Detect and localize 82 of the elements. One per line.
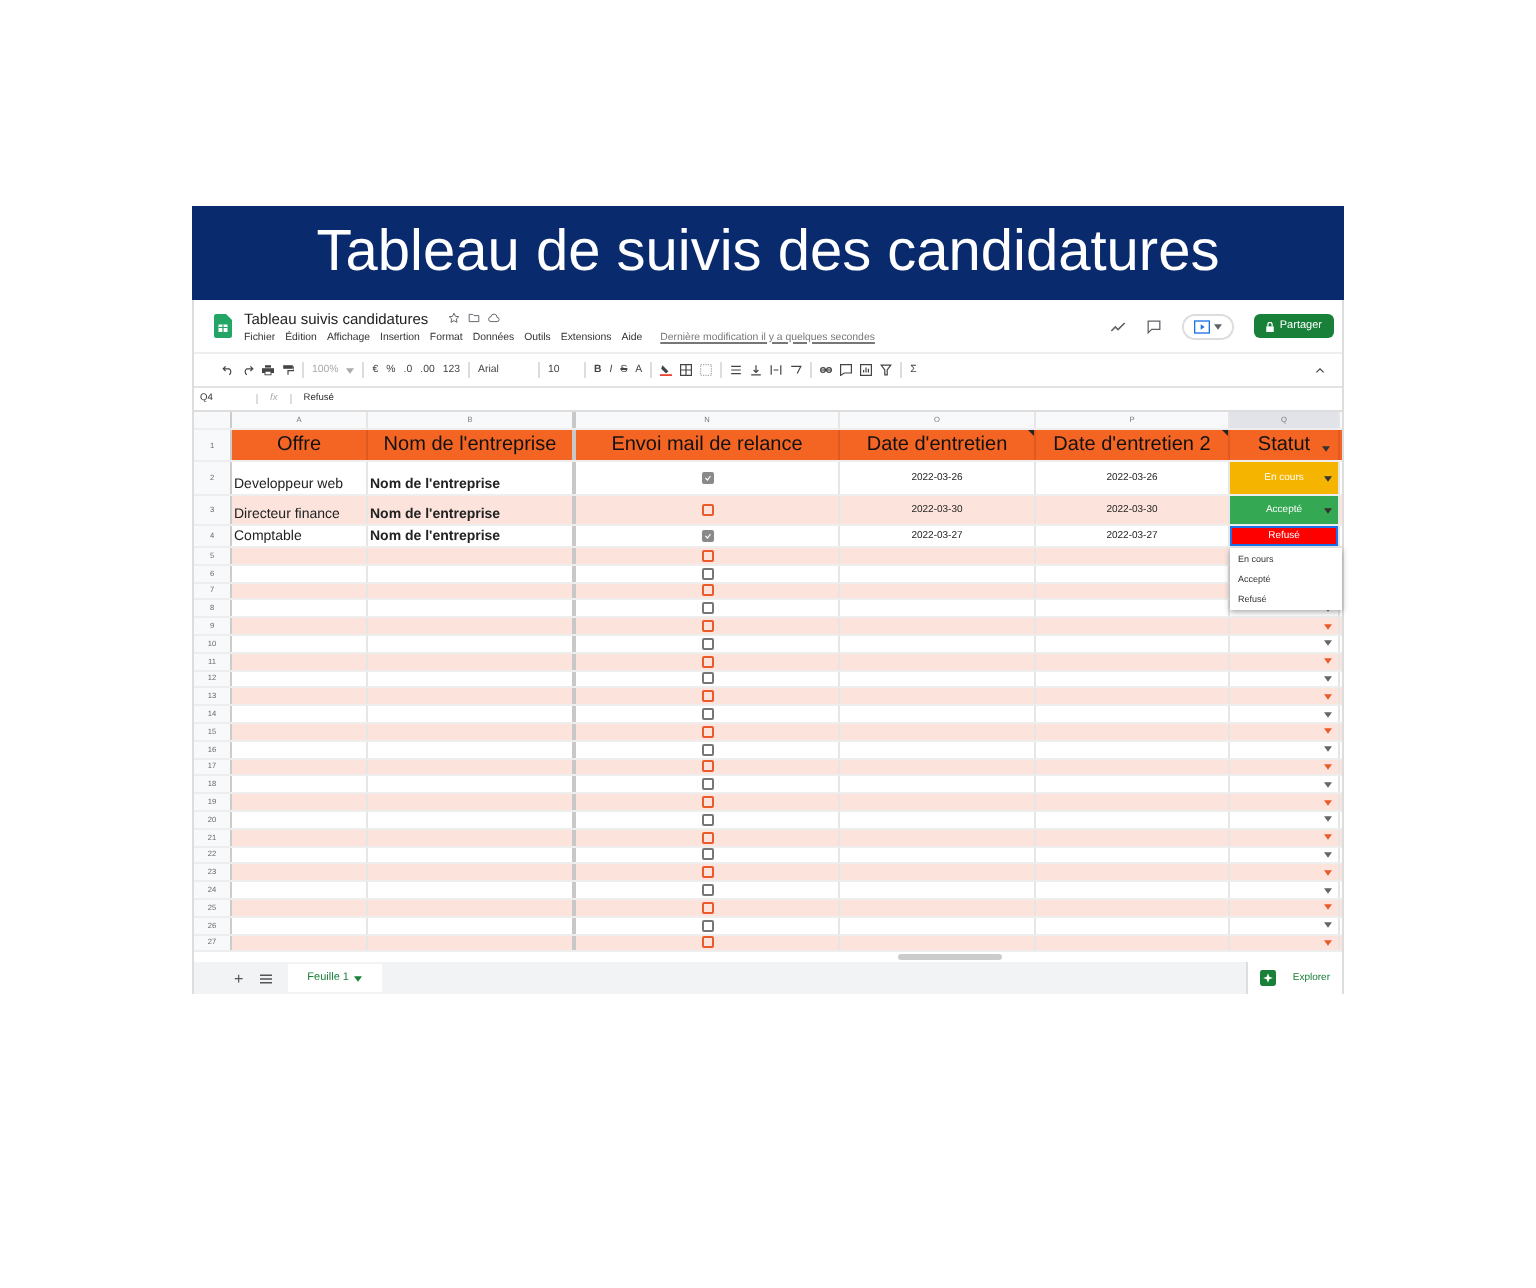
explore-icon (1260, 970, 1277, 987)
banner-title: Tableau de suivis des candidatures (316, 220, 1220, 286)
align-icon[interactable] (730, 364, 743, 376)
dropdown-caret-icon[interactable] (1324, 816, 1332, 823)
header-cell: Statut (1230, 430, 1340, 460)
dropdown-caret-icon[interactable] (1324, 640, 1332, 647)
dropdown-caret-icon[interactable] (1324, 658, 1332, 665)
checkbox[interactable] (701, 530, 713, 542)
dropdown-caret-icon[interactable] (1324, 711, 1332, 718)
dropdown-caret-icon[interactable] (1324, 623, 1332, 630)
collapse-icon[interactable] (1314, 364, 1326, 376)
text-rotate-icon[interactable] (790, 364, 803, 376)
caret-icon (1324, 507, 1332, 513)
dropdown-caret-icon[interactable] (1324, 887, 1332, 894)
vertical-align-icon[interactable] (750, 364, 763, 376)
dropdown-caret-icon[interactable] (1324, 746, 1332, 753)
text-wrap-icon[interactable] (770, 364, 783, 376)
merge-cells-icon[interactable] (700, 364, 713, 376)
chart-icon[interactable] (860, 364, 873, 376)
caret-icon (354, 975, 363, 982)
checkbox[interactable] (701, 602, 713, 615)
checkbox[interactable] (701, 884, 713, 897)
dropdown-caret-icon[interactable] (1324, 904, 1332, 911)
sheet-list-icon[interactable] (259, 973, 272, 984)
trend-icon[interactable] (1109, 319, 1126, 333)
print-icon[interactable] (262, 364, 274, 376)
checkbox[interactable] (701, 472, 713, 484)
header-cell: Envoi mail de relance (576, 430, 840, 460)
dropdown-caret-icon[interactable] (1324, 728, 1332, 735)
caret-icon[interactable] (1322, 446, 1330, 452)
checkbox[interactable] (701, 901, 713, 914)
star-icon[interactable] (448, 312, 461, 324)
checkbox[interactable] (701, 549, 713, 562)
checkbox[interactable] (701, 848, 713, 861)
checkbox[interactable] (701, 655, 713, 668)
checkbox[interactable] (701, 637, 713, 650)
dropdown-caret-icon[interactable] (1324, 799, 1332, 806)
checkbox[interactable] (701, 690, 713, 703)
checkbox[interactable] (701, 778, 713, 791)
caret-icon (1324, 475, 1332, 481)
checkbox[interactable] (701, 708, 713, 721)
dropdown-caret-icon[interactable] (1324, 922, 1332, 929)
checkbox[interactable] (701, 866, 713, 879)
filter-icon[interactable] (880, 364, 893, 376)
folder-icon[interactable] (468, 312, 481, 324)
sheets-logo-icon (214, 314, 232, 338)
checkbox[interactable] (701, 672, 713, 685)
borders-icon[interactable] (680, 364, 693, 376)
checkbox[interactable] (701, 620, 713, 633)
checkbox[interactable] (701, 813, 713, 826)
checkbox[interactable] (701, 796, 713, 809)
checkbox[interactable] (701, 504, 713, 516)
fill-color-icon[interactable] (660, 364, 673, 376)
checkbox[interactable] (701, 760, 713, 773)
horizontal-scrollbar[interactable] (898, 954, 1002, 961)
lock-icon (1265, 321, 1274, 331)
dropdown-caret-icon[interactable] (1324, 693, 1332, 700)
header-cell: Offre (232, 430, 368, 460)
dropdown-caret-icon[interactable] (1324, 869, 1332, 876)
dropdown-caret-icon[interactable] (1324, 834, 1332, 841)
link-icon[interactable] (820, 364, 833, 376)
caret-icon (1213, 323, 1222, 329)
present-icon (1193, 319, 1210, 333)
present-button[interactable] (1181, 313, 1234, 339)
checkbox[interactable] (701, 831, 713, 844)
undo-icon[interactable] (222, 364, 234, 376)
checkbox[interactable] (701, 919, 713, 932)
checkbox[interactable] (701, 743, 713, 756)
add-sheet-button[interactable]: + (234, 969, 244, 988)
header-cell: Date d'entretien 2 (1036, 430, 1230, 460)
checkbox[interactable] (701, 567, 713, 580)
checkbox[interactable] (701, 584, 713, 597)
header-cell: Date d'entretien (840, 430, 1036, 460)
dropdown-caret-icon[interactable] (1324, 781, 1332, 788)
checkbox[interactable] (701, 725, 713, 738)
comment-add-icon[interactable] (840, 364, 853, 376)
paint-format-icon[interactable] (282, 364, 294, 376)
caret-icon[interactable] (346, 367, 355, 373)
cloud-icon[interactable] (488, 312, 501, 324)
redo-icon[interactable] (242, 364, 254, 376)
checkbox[interactable] (701, 936, 713, 949)
comment-icon[interactable] (1145, 319, 1162, 333)
